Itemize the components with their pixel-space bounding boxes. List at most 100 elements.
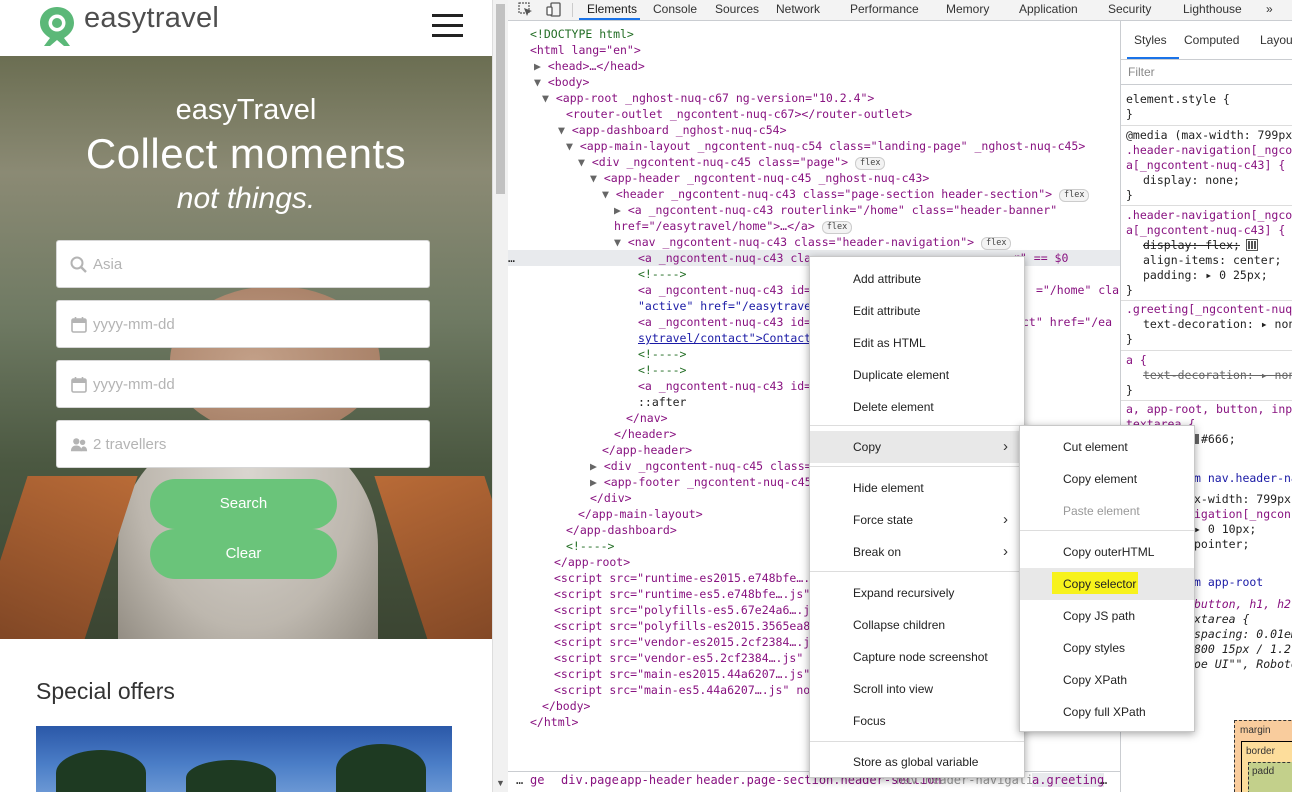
clear-button[interactable]: Clear (150, 529, 337, 579)
menu-item-copy-element[interactable]: Copy element (1020, 463, 1194, 495)
website-scrollbar[interactable]: ▼ (492, 0, 508, 792)
travellers-input[interactable]: 2 travellers (56, 420, 430, 468)
style-prop-line[interactable]: display: flex; (1143, 238, 1240, 253)
tab-lighthouse[interactable]: Lighthouse (1183, 2, 1242, 16)
dom-line[interactable]: ▼ <app-header _ngcontent-nuq-c45 _nghost… (590, 170, 1120, 186)
menu-item-edit-as-html[interactable]: Edit as HTML (810, 327, 1024, 359)
dom-line[interactable]: <router-outlet _ngcontent-nuq-c67></rout… (566, 106, 1120, 122)
style-prop-line[interactable]: ▸ 0 10px; (1194, 522, 1256, 537)
breadcrumb-overflow[interactable]: … (516, 773, 523, 787)
tab-computed[interactable]: Computed (1184, 33, 1239, 47)
menu-item-force-state[interactable]: Force state › (810, 504, 1024, 536)
device-toolbar-icon[interactable] (546, 2, 561, 17)
style-prop-line[interactable]: padding: ▸ 0 25px; (1143, 268, 1268, 283)
dom-line[interactable]: ▶ <head>…</head> (534, 58, 1120, 74)
style-prop-line[interactable]: 800 15px / 1.2 - (1194, 642, 1292, 657)
menu-item-copy-full-xpath[interactable]: Copy full XPath (1020, 696, 1194, 728)
flex-badge[interactable]: flex (1058, 189, 1090, 202)
style-rule-line[interactable]: .header-navigation[_ngcon (1126, 143, 1292, 158)
dom-line[interactable]: <html lang="en"> (530, 42, 1120, 58)
menu-item-cut-element[interactable]: Cut element (1020, 431, 1194, 463)
tab-memory[interactable]: Memory (946, 2, 989, 16)
flexbox-editor-icon[interactable] (1246, 239, 1258, 251)
tab-console[interactable]: Console (653, 2, 697, 16)
menu-item-store-as-global-variable[interactable]: Store as global variable (810, 746, 1024, 778)
breadcrumb-item-active[interactable]: a.greeting (1032, 773, 1105, 787)
style-rule-line[interactable]: a { (1126, 353, 1147, 368)
scrollbar-thumb[interactable] (496, 4, 505, 194)
style-prop-line[interactable]: text-decoration: ▸ none; (1143, 317, 1292, 332)
special-offer-image[interactable] (36, 726, 452, 792)
menu-item-edit-attribute[interactable]: Edit attribute (810, 295, 1024, 327)
scroll-down-arrow-icon[interactable]: ▼ (496, 778, 505, 788)
tab-application[interactable]: Application (1019, 2, 1078, 16)
breadcrumb-item[interactable]: app-header (620, 773, 692, 787)
menu-item-scroll-into-view[interactable]: Scroll into view (810, 673, 1024, 705)
style-rule-line[interactable]: a[_ngcontent-nuq-c43] { (1126, 223, 1285, 238)
style-rule-line[interactable]: .header-navigation[_ngcon (1126, 208, 1292, 223)
style-prop-line[interactable]: text-decoration: ▸ none; (1143, 368, 1292, 383)
breadcrumb-item[interactable]: ge (530, 773, 544, 787)
dom-line[interactable]: ▼ <div _ngcontent-nuq-c45 class="page"> … (578, 154, 1120, 170)
menu-item-duplicate-element[interactable]: Duplicate element (810, 359, 1024, 391)
tab-sources[interactable]: Sources (715, 2, 759, 16)
style-rule-line[interactable]: a[_ngcontent-nuq-c43] { (1126, 158, 1285, 173)
style-rule-line[interactable]: element.style { (1126, 92, 1230, 107)
style-prop-line[interactable]: pointer; (1194, 537, 1249, 552)
flex-badge[interactable]: flex (854, 157, 886, 170)
style-rule-line[interactable]: button, h1, h2, (1194, 597, 1292, 612)
tab-performance[interactable]: Performance (850, 2, 919, 16)
menu-item-add-attribute[interactable]: Add attribute (810, 263, 1024, 295)
style-prop-line[interactable]: oe UI"", Roboto (1194, 657, 1292, 672)
style-inherited-header[interactable]: m nav.header-na (1194, 471, 1292, 486)
box-model-padding[interactable]: padd (1248, 762, 1292, 792)
style-prop-line[interactable]: display: none; (1143, 173, 1240, 188)
breadcrumb-overflow[interactable]: … (1100, 773, 1107, 787)
box-model-margin[interactable]: margin border padd (1234, 720, 1292, 792)
breadcrumb-item[interactable]: div.page (561, 773, 619, 787)
flex-badge[interactable]: flex (821, 221, 853, 234)
dom-line[interactable]: ▼ <body> (534, 74, 1120, 90)
menu-item-hide-element[interactable]: Hide element (810, 472, 1024, 504)
box-model-border[interactable]: border padd (1241, 741, 1292, 792)
tab-layout[interactable]: Layout (1260, 33, 1292, 47)
logo-text[interactable]: easytravel (84, 2, 219, 35)
flex-badge[interactable]: flex (980, 237, 1012, 250)
style-inherited-header[interactable]: m app-root (1194, 575, 1263, 590)
menu-item-copy-styles[interactable]: Copy styles (1020, 632, 1194, 664)
style-rule-line[interactable]: a, app-root, button, input (1126, 402, 1292, 417)
more-tabs-chevron-icon[interactable]: » (1266, 2, 1273, 16)
style-prop-line[interactable]: spacing: 0.01em; (1194, 627, 1292, 642)
menu-item-focus[interactable]: Focus (810, 705, 1024, 737)
menu-item-copy-selector[interactable]: Copy selector (1020, 568, 1194, 600)
menu-item-copy-outerhtml[interactable]: Copy outerHTML (1020, 536, 1194, 568)
menu-item-copy-js-path[interactable]: Copy JS path (1020, 600, 1194, 632)
dom-line[interactable]: ▼ <header _ngcontent-nuq-c43 class="page… (602, 186, 1120, 202)
menu-item-break-on[interactable]: Break on › (810, 536, 1024, 568)
inspect-element-icon[interactable] (518, 2, 533, 17)
style-rule-line[interactable]: igation[_ngcon (1194, 507, 1291, 522)
menu-item-copy[interactable]: Copy › (810, 431, 1024, 463)
dom-line[interactable]: ▼ <app-main-layout _ngcontent-nuq-c54 cl… (566, 138, 1120, 154)
hamburger-menu-icon[interactable] (432, 14, 463, 38)
destination-input[interactable]: Asia (56, 240, 430, 288)
search-button[interactable]: Search (150, 479, 337, 529)
dom-line[interactable]: ▼ <app-dashboard _nghost-nuq-c54> (558, 122, 1120, 138)
dom-line[interactable]: <!DOCTYPE html> (530, 26, 1120, 42)
dom-line[interactable]: ▼ <app-root _nghost-nuq-c67 ng-version="… (542, 90, 1120, 106)
dom-line[interactable]: ▶ <a _ngcontent-nuq-c43 routerlink="/hom… (614, 202, 1114, 236)
style-rule-line[interactable]: .greeting[_ngcontent-nuq-c (1126, 302, 1292, 317)
to-date-input[interactable]: yyyy-mm-dd (56, 360, 430, 408)
tab-network[interactable]: Network (776, 2, 820, 16)
style-prop-line[interactable]: align-items: center; (1143, 253, 1281, 268)
styles-filter-input[interactable]: Filter (1121, 60, 1292, 85)
tab-styles[interactable]: Styles (1134, 33, 1167, 47)
from-date-input[interactable]: yyyy-mm-dd (56, 300, 430, 348)
dom-line[interactable]: ▼ <nav _ngcontent-nuq-c43 class="header-… (614, 234, 1120, 250)
dom-line-ellipsis[interactable]: … (508, 251, 515, 265)
menu-item-copy-xpath[interactable]: Copy XPath (1020, 664, 1194, 696)
menu-item-delete-element[interactable]: Delete element (810, 391, 1024, 423)
menu-item-expand-recursively[interactable]: Expand recursively (810, 577, 1024, 609)
tab-elements[interactable]: Elements (587, 2, 637, 16)
style-prop-line[interactable]: #666; (1201, 432, 1236, 447)
